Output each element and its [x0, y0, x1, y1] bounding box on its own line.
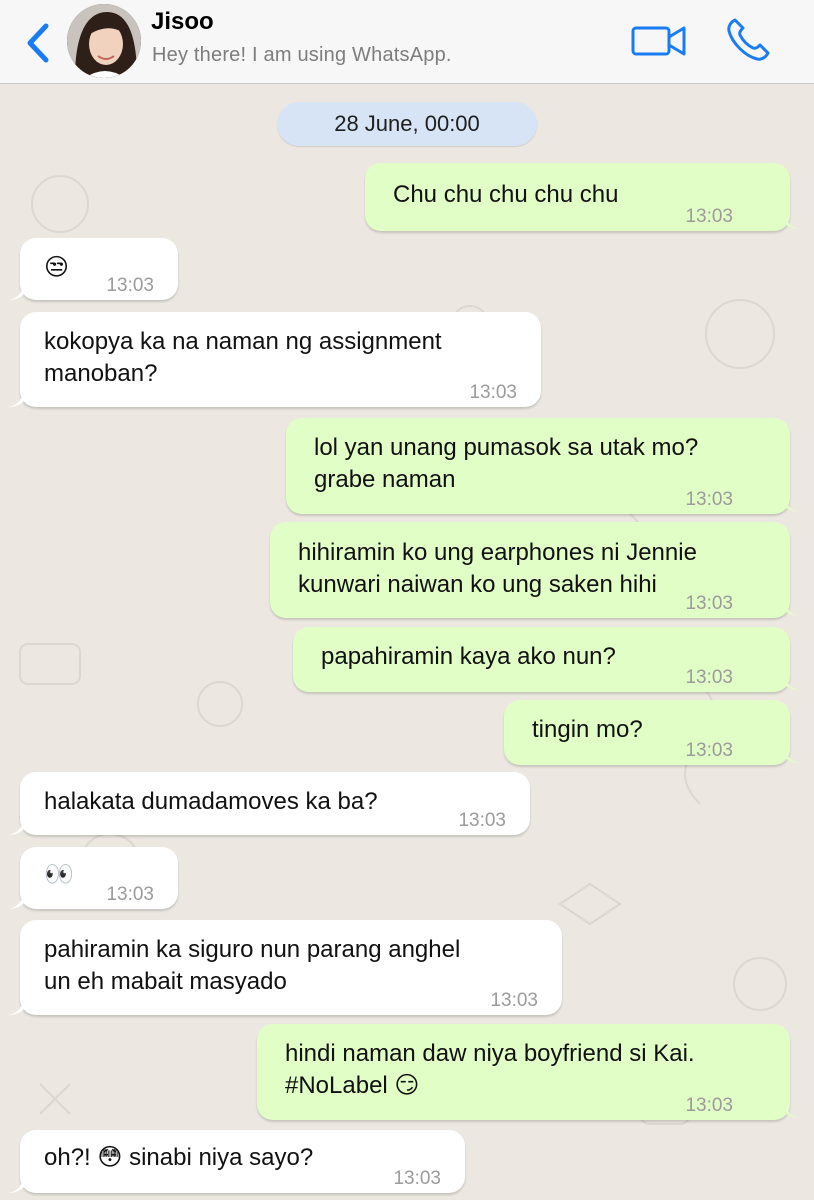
message-text: hindi naman daw niya boyfriend si Kai. #… — [285, 1040, 695, 1099]
message-time: 13:03 — [685, 593, 733, 614]
chat-header: Jisoo Hey there! I am using WhatsApp. — [0, 0, 814, 84]
chevron-left-icon[interactable] — [22, 22, 52, 64]
message-bubble-incoming[interactable]: oh?! 😳 sinabi niya sayo? 13:03 — [20, 1130, 465, 1193]
message-text: 👀 — [44, 861, 74, 888]
message-time: 13:03 — [685, 206, 733, 227]
message-bubble-incoming[interactable]: kokopya ka na naman ng assignment manoba… — [20, 312, 541, 407]
message-bubble-incoming[interactable]: pahiramin ka siguro nun parang anghel un… — [20, 920, 562, 1015]
message-text: kokopya ka na naman ng assignment manoba… — [44, 328, 442, 387]
bubble-tail — [784, 672, 800, 690]
message-bubble-incoming[interactable]: 👀 13:03 — [20, 847, 178, 909]
message-time: 13:03 — [106, 884, 154, 905]
message-text: oh?! 😳 sinabi niya sayo? — [44, 1144, 314, 1171]
message-time: 13:03 — [685, 1095, 733, 1116]
message-bubble-outgoing[interactable]: Chu chu chu chu chu 13:03 — [365, 163, 790, 231]
phone-icon[interactable] — [723, 15, 773, 65]
bubble-tail — [8, 1175, 24, 1193]
message-time: 13:03 — [490, 990, 538, 1011]
message-text: pahiramin ka siguro nun parang anghel un… — [44, 936, 461, 995]
message-bubble-outgoing[interactable]: hindi naman daw niya boyfriend si Kai. #… — [257, 1024, 790, 1120]
message-text: papahiramin kaya ako nun? — [321, 643, 616, 670]
bubble-tail — [784, 1100, 800, 1118]
contact-name[interactable]: Jisoo — [151, 8, 214, 36]
bubble-tail — [8, 817, 24, 835]
message-time: 13:03 — [458, 810, 506, 831]
contact-status: Hey there! I am using WhatsApp. — [152, 44, 452, 66]
bubble-tail — [8, 389, 24, 407]
message-text: 😒 — [44, 254, 70, 281]
message-time: 13:03 — [685, 740, 733, 761]
date-separator: 28 June, 00:00 — [277, 102, 537, 146]
bubble-tail — [784, 745, 800, 763]
message-bubble-outgoing[interactable]: lol yan unang pumasok sa utak mo? grabe … — [286, 418, 790, 514]
message-time: 13:03 — [106, 275, 154, 296]
bubble-tail — [784, 211, 800, 229]
avatar[interactable] — [67, 4, 141, 78]
message-bubble-outgoing[interactable]: papahiramin kaya ako nun? 13:03 — [293, 627, 790, 692]
message-bubble-incoming[interactable]: 😒 13:03 — [20, 238, 178, 300]
message-time: 13:03 — [685, 489, 733, 510]
message-time: 13:03 — [685, 667, 733, 688]
message-time: 13:03 — [393, 1168, 441, 1189]
message-text: Chu chu chu chu chu — [393, 181, 619, 208]
message-text: hihiramin ko ung earphones ni Jennie kun… — [298, 539, 697, 598]
message-text: halakata dumadamoves ka ba? — [44, 788, 378, 815]
bubble-tail — [8, 997, 24, 1015]
video-camera-icon[interactable] — [630, 22, 688, 60]
bubble-tail — [8, 891, 24, 909]
message-text: lol yan unang pumasok sa utak mo? grabe … — [314, 434, 699, 493]
message-time: 13:03 — [469, 382, 517, 403]
message-bubble-outgoing[interactable]: tingin mo? 13:03 — [504, 700, 790, 765]
bubble-tail — [8, 282, 24, 300]
bubble-tail — [784, 598, 800, 616]
bubble-tail — [784, 494, 800, 512]
message-bubble-outgoing[interactable]: hihiramin ko ung earphones ni Jennie kun… — [270, 522, 790, 618]
message-text: tingin mo? — [532, 716, 643, 743]
message-bubble-incoming[interactable]: halakata dumadamoves ka ba? 13:03 — [20, 772, 530, 835]
